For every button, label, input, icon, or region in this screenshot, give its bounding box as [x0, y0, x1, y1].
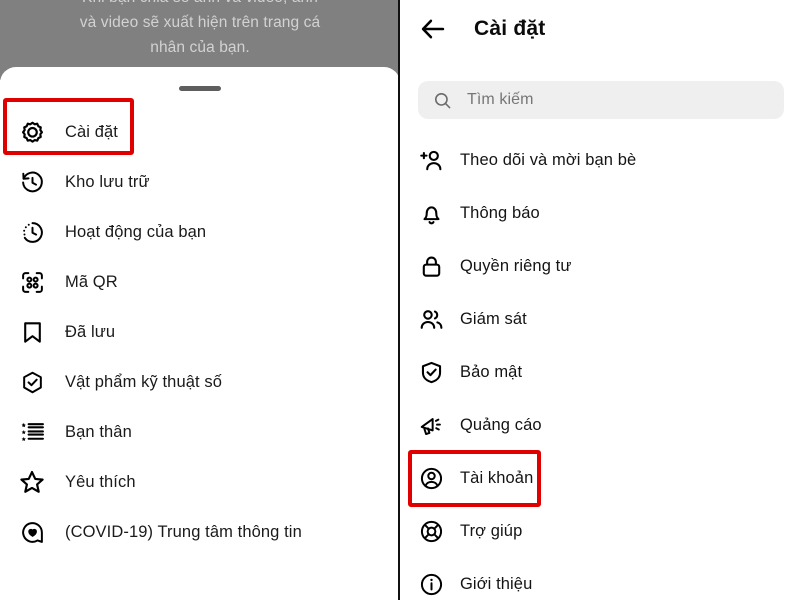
lifebuoy-icon — [418, 519, 444, 545]
left-panel: Khi bạn chia sẻ ảnh và video, ảnh và vid… — [0, 0, 400, 600]
menu-item-label: Bạn thân — [65, 422, 132, 441]
menu-item-label: Vật phẩm kỹ thuật số — [65, 372, 223, 391]
menu-item-label: Kho lưu trữ — [65, 172, 150, 191]
settings-item-label: Theo dõi và mời bạn bè — [460, 151, 637, 169]
menu-item-label: Mã QR — [65, 272, 118, 291]
menu-item-label: Cài đặt — [65, 122, 118, 141]
qr-code-icon — [18, 268, 46, 296]
settings-item-follow-invite-friends[interactable]: Theo dõi và mời bạn bè — [400, 134, 800, 187]
settings-item-privacy[interactable]: Quyền riêng tư — [400, 240, 800, 293]
menu-item-saved[interactable]: Đã lưu — [0, 307, 398, 357]
supervision-people-icon — [418, 307, 444, 333]
settings-item-help[interactable]: Trợ giúp — [400, 505, 800, 558]
settings-item-label: Giám sát — [460, 310, 527, 328]
menu-item-your-activity[interactable]: Hoạt động của bạn — [0, 207, 398, 257]
shield-check-icon — [418, 360, 444, 386]
search-placeholder: Tìm kiếm — [467, 91, 534, 108]
menu-item-label: Đã lưu — [65, 322, 116, 341]
backdrop-caption: Khi bạn chia sẻ ảnh và video, ảnh và vid… — [79, 0, 321, 56]
settings-item-account[interactable]: Tài khoản — [400, 452, 800, 505]
drag-handle[interactable] — [179, 86, 221, 91]
settings-item-label: Tài khoản — [460, 469, 534, 487]
settings-item-security[interactable]: Bảo mật — [400, 346, 800, 399]
settings-header: Cài đặt — [400, 0, 800, 58]
menu-item-digital-collectibles[interactable]: Vật phẩm kỹ thuật số — [0, 357, 398, 407]
lock-icon — [418, 254, 444, 280]
settings-menu-list: Theo dõi và mời bạn bè Thông báo Quyền r… — [400, 134, 800, 600]
bell-icon — [418, 201, 444, 227]
bookmark-icon — [18, 318, 46, 346]
activity-clock-icon — [18, 218, 46, 246]
page-title: Cài đặt — [474, 17, 546, 40]
search-icon — [432, 90, 452, 110]
account-circle-icon — [418, 466, 444, 492]
close-friends-list-icon — [18, 418, 46, 446]
menu-item-covid-information-center[interactable]: (COVID-19) Trung tâm thông tin — [0, 507, 398, 557]
search-input[interactable]: Tìm kiếm — [418, 81, 784, 119]
star-icon — [18, 468, 46, 496]
settings-item-label: Thông báo — [460, 204, 540, 222]
archive-clock-icon — [18, 168, 46, 196]
settings-item-label: Giới thiệu — [460, 575, 533, 593]
person-add-icon — [418, 148, 444, 174]
back-arrow-icon[interactable] — [410, 6, 456, 52]
verified-check-icon — [18, 368, 46, 396]
settings-item-label: Bảo mật — [460, 363, 523, 381]
menu-item-label: (COVID-19) Trung tâm thông tin — [65, 522, 302, 541]
screenshot-root: Khi bạn chia sẻ ảnh và video, ảnh và vid… — [0, 0, 800, 600]
settings-item-label: Quảng cáo — [460, 416, 542, 434]
menu-item-label: Hoạt động của bạn — [65, 222, 207, 241]
settings-item-about[interactable]: Giới thiệu — [400, 558, 800, 600]
menu-item-close-friends[interactable]: Bạn thân — [0, 407, 398, 457]
settings-gear-icon — [18, 118, 46, 146]
settings-item-label: Trợ giúp — [460, 522, 523, 540]
menu-item-archive[interactable]: Kho lưu trữ — [0, 157, 398, 207]
settings-item-supervision[interactable]: Giám sát — [400, 293, 800, 346]
covid-heart-icon — [18, 518, 46, 546]
menu-item-label: Yêu thích — [65, 472, 136, 491]
settings-item-label: Quyền riêng tư — [460, 257, 572, 275]
menu-item-settings[interactable]: Cài đặt — [0, 107, 398, 157]
settings-item-ads[interactable]: Quảng cáo — [400, 399, 800, 452]
megaphone-icon — [418, 413, 444, 439]
bottom-sheet: Cài đặt Kho lưu trữ Hoạt động của bạn Mã… — [0, 67, 398, 600]
menu-item-qr-code[interactable]: Mã QR — [0, 257, 398, 307]
menu-item-favorites[interactable]: Yêu thích — [0, 457, 398, 507]
settings-item-notifications[interactable]: Thông báo — [400, 187, 800, 240]
right-panel: Cài đặt Tìm kiếm Theo dõi và mời bạn bè … — [400, 0, 800, 600]
left-menu-list: Cài đặt Kho lưu trữ Hoạt động của bạn Mã… — [0, 107, 398, 557]
info-circle-icon — [418, 572, 444, 598]
